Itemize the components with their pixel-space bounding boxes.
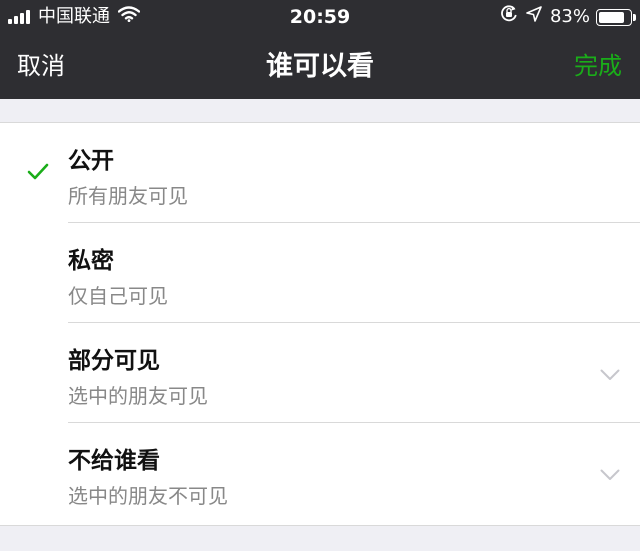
visibility-options-list: 公开 所有朋友可见 私密 仅自己可见 部分可见 选中的朋友可见 不给谁看 选中的… bbox=[0, 122, 640, 526]
option-public[interactable]: 公开 所有朋友可见 bbox=[0, 123, 640, 223]
status-right: 83% bbox=[500, 0, 636, 34]
option-title: 公开 bbox=[68, 148, 114, 174]
location-arrow-icon bbox=[526, 0, 542, 34]
battery-percentage: 83% bbox=[549, 6, 590, 27]
option-subtitle: 选中的朋友可见 bbox=[68, 384, 208, 408]
done-button[interactable]: 完成 bbox=[574, 34, 622, 99]
chevron-down-icon[interactable] bbox=[600, 466, 620, 485]
option-subtitle: 仅自己可见 bbox=[68, 284, 168, 308]
option-partially-visible[interactable]: 部分可见 选中的朋友可见 bbox=[0, 323, 640, 423]
battery-nub bbox=[633, 13, 636, 21]
option-title: 私密 bbox=[68, 248, 114, 274]
checkmark-icon bbox=[27, 163, 49, 185]
rotation-lock-icon bbox=[500, 0, 518, 34]
option-private[interactable]: 私密 仅自己可见 bbox=[0, 223, 640, 323]
top-bar: 中国联通 20:59 83% 取消 谁可以看 完成 bbox=[0, 0, 640, 99]
option-title: 不给谁看 bbox=[68, 448, 160, 474]
battery-icon bbox=[596, 8, 636, 26]
battery-fill bbox=[599, 11, 624, 23]
chevron-down-icon[interactable] bbox=[600, 366, 620, 385]
page-title: 谁可以看 bbox=[266, 51, 374, 82]
option-title: 部分可见 bbox=[68, 348, 160, 374]
option-subtitle: 选中的朋友不可见 bbox=[68, 484, 228, 508]
option-hide-from[interactable]: 不给谁看 选中的朋友不可见 bbox=[0, 423, 640, 523]
status-bar: 中国联通 20:59 83% bbox=[0, 0, 640, 34]
option-subtitle: 所有朋友可见 bbox=[68, 184, 188, 208]
navigation-bar: 取消 谁可以看 完成 bbox=[0, 34, 640, 99]
